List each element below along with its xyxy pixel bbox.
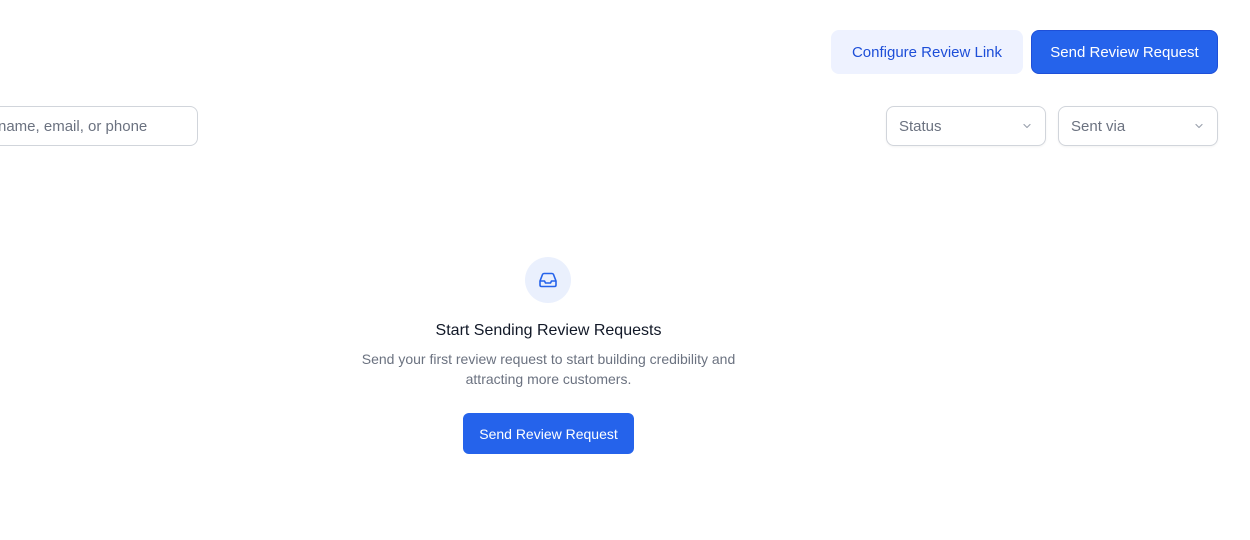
inbox-icon (539, 272, 557, 288)
empty-state-description: Send your first review request to start … (361, 351, 736, 387)
sent-via-filter-label: Sent via (1071, 117, 1126, 135)
empty-state-icon-badge (525, 257, 571, 303)
configure-review-link-button[interactable]: Configure Review Link (831, 30, 1023, 74)
status-filter-label: Status (899, 117, 942, 135)
status-filter-select[interactable]: Status (886, 106, 1046, 146)
search-input[interactable] (0, 106, 198, 146)
chevron-down-icon (1195, 123, 1203, 129)
empty-state-title: Start Sending Review Requests (435, 322, 662, 339)
reviews-page: s Configure Review Link Send Review Requ… (0, 0, 1250, 540)
send-review-request-button[interactable]: Send Review Request (1031, 30, 1218, 74)
sent-via-filter-select[interactable]: Sent via (1058, 106, 1218, 146)
chevron-down-icon (1023, 123, 1031, 129)
empty-state-send-review-request-button[interactable]: Send Review Request (463, 413, 634, 454)
